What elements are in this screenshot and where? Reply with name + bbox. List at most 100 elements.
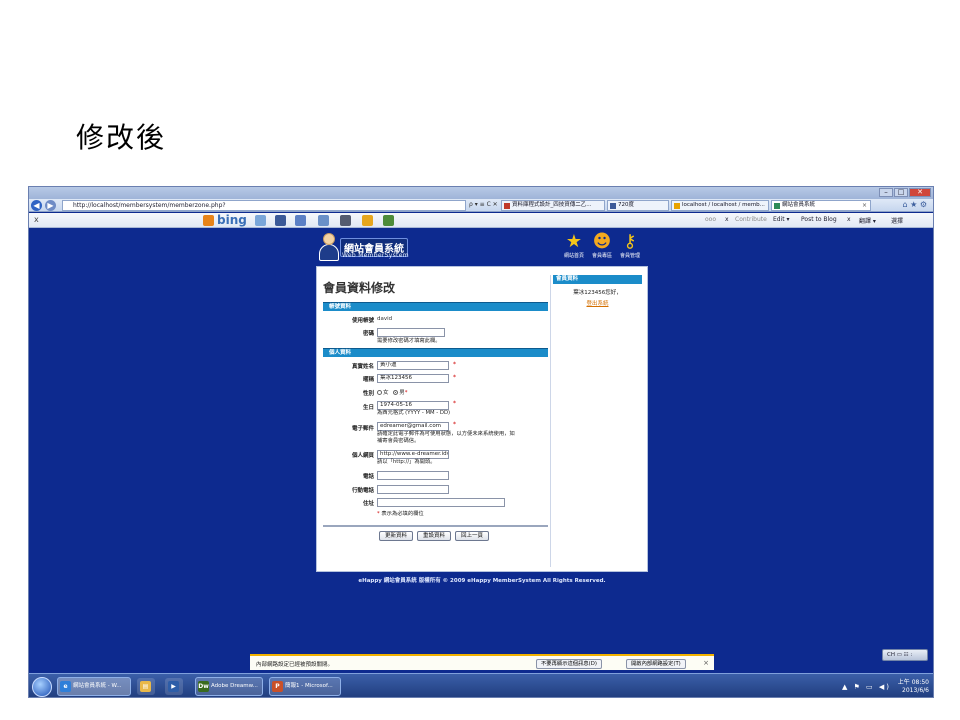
tab-label: 資料庫程式設計_四技資傳二乙... — [512, 202, 592, 208]
clock[interactable]: 上午 08:50 2013/6/6 — [898, 679, 929, 695]
required-mark: * — [453, 421, 456, 428]
section-personal: 個人資料 — [323, 348, 548, 357]
taskbar-item-label: Adobe Dreamw... — [211, 683, 258, 689]
homepage-input[interactable]: http://www.e-dreamer.idv — [377, 450, 449, 459]
maximize-button[interactable]: □ — [894, 188, 908, 197]
section-account: 帳號資料 — [323, 302, 548, 311]
edit-button[interactable]: Edit ▾ — [773, 216, 790, 223]
ie-icon: e — [60, 681, 71, 692]
address-tools[interactable]: ρ ▾ ≡ C ✕ — [469, 201, 498, 208]
realname-input[interactable]: 黃小迪 — [377, 361, 449, 370]
nav-home[interactable]: ★ 網站首頁 — [560, 231, 588, 264]
password-input[interactable] — [377, 328, 445, 337]
tab-active[interactable]: 網站會員系統 × — [771, 200, 871, 211]
back-button[interactable]: 回上一頁 — [455, 531, 489, 541]
contribute-button[interactable]: Contribute — [735, 216, 767, 223]
close-window-button[interactable]: ✕ — [909, 188, 931, 197]
toolbar: x bing ooo x Contribute Edit ▾ Post to B… — [29, 213, 933, 228]
select-button[interactable]: 選擇 — [891, 216, 903, 225]
url-input[interactable]: http://localhost/membersystem/memberzone… — [62, 200, 466, 211]
start-button-icon[interactable] — [32, 677, 52, 697]
password-label: 密碼 — [362, 331, 374, 337]
taskbar-item-powerpoint[interactable]: P 簡報1 - Microsof... — [269, 677, 341, 696]
cloud-icon[interactable] — [255, 215, 266, 226]
nav-member-admin-label: 會員管理 — [619, 253, 640, 259]
mobile-input[interactable] — [377, 485, 449, 494]
notification-close-icon[interactable]: × — [703, 659, 709, 667]
tray-icons[interactable]: ▲ ⚑ ▭ ◀) — [842, 683, 891, 691]
thumb-up-icon[interactable] — [295, 215, 306, 226]
back-arrow-icon[interactable]: ◀ — [31, 200, 42, 211]
gender-male-radio[interactable] — [393, 390, 399, 395]
address-label: 住址 — [362, 501, 374, 507]
enable-intranet-button[interactable]: 開啟內部網路設定(T) — [626, 659, 686, 669]
contribute-close-icon[interactable]: x — [725, 216, 729, 223]
tab-label: 720度 — [618, 202, 634, 208]
nav-member-zone[interactable]: ☻ 會員專區 — [588, 231, 616, 264]
glasses-icon[interactable] — [340, 215, 351, 226]
sidebar-heading: 會員資料 — [553, 275, 642, 284]
email-hint-line1: 請確定此電子郵件為可使用狀態，以方便未來系統使用，如 — [377, 431, 515, 437]
forward-arrow-icon[interactable]: ▶ — [45, 200, 56, 211]
window-title-bar: – □ ✕ — [29, 187, 933, 199]
tab-close-icon[interactable]: × — [862, 201, 867, 210]
tab-favicon-icon — [774, 203, 780, 209]
form-title: 會員資料修改 — [323, 281, 396, 295]
nickname-input[interactable]: 葉冰123456 — [377, 374, 449, 383]
email-input[interactable]: edreamer@gmail.com — [377, 422, 449, 431]
notification-text: 內部網路設定已經被預設關閉。 — [256, 662, 334, 668]
toolbar-close-icon[interactable]: x — [847, 216, 851, 223]
facebook-icon[interactable] — [275, 215, 286, 226]
phone-input[interactable] — [377, 471, 449, 480]
required-mark: * — [453, 361, 456, 368]
address-input[interactable] — [377, 498, 505, 507]
tab-label: 網站會員系統 — [782, 202, 816, 208]
taskbar: e 網站會員系統 - W... ▤ ▶ Dw Adobe Dreamw... P… — [29, 673, 933, 697]
gender-female-radio[interactable] — [377, 390, 382, 395]
window-controls: – □ ✕ — [879, 188, 931, 197]
taskbar-item-label: 簡報1 - Microsof... — [285, 683, 333, 689]
taskbar-item-browser[interactable]: e 網站會員系統 - W... — [57, 677, 131, 696]
language-bar[interactable]: CH ▭ ☷ : — [882, 649, 928, 661]
nickname-label: 暱稱 — [362, 377, 374, 383]
browser-screenshot: – □ ✕ ◀ ▶ http://localhost/membersystem/… — [28, 186, 934, 698]
powerpoint-icon: P — [272, 681, 283, 692]
gear-group-icon[interactable] — [383, 215, 394, 226]
site-footer: eHappy 網站會員系統 版權所有 © 2009 eHappy MemberS… — [358, 578, 606, 584]
tab-2[interactable]: 720度 — [607, 200, 669, 211]
minimize-button[interactable]: – — [879, 188, 893, 197]
site-logo-subtitle: Web MemberSystem — [342, 252, 409, 259]
nav-member-admin[interactable]: ⚷ 會員管理 — [616, 231, 644, 264]
home-star-gear-icons[interactable]: ⌂ ★ ⚙ — [902, 200, 927, 209]
nav-member-zone-label: 會員專區 — [591, 253, 612, 259]
dismiss-notification-button[interactable]: 不要再顯示這個訊息(D) — [536, 659, 602, 669]
required-note: * 表示為必填的欄位 — [377, 511, 424, 517]
update-button[interactable]: 更新資料 — [379, 531, 413, 541]
post-to-blog-button[interactable]: Post to Blog — [801, 216, 837, 223]
tab-favicon-icon — [674, 203, 680, 209]
taskbar-item-explorer[interactable]: ▤ — [137, 678, 155, 695]
key-icon: ⚷ — [623, 231, 637, 252]
taskbar-item-dreamweaver[interactable]: Dw Adobe Dreamw... — [195, 677, 263, 696]
sparkle-icon[interactable] — [362, 215, 373, 226]
password-hint: 需要修改密碼才填寫此欄。 — [377, 338, 441, 344]
bing-logo[interactable]: bing — [217, 213, 247, 227]
tab-3[interactable]: localhost / localhost / memb... — [671, 200, 769, 211]
close-toolbar-icon[interactable]: x — [34, 215, 39, 224]
nav-home-label: 網站首頁 — [563, 253, 584, 259]
logout-link[interactable]: 登出系統 — [553, 299, 642, 307]
chat-icon[interactable] — [318, 215, 329, 226]
tab-label: localhost / localhost / memb... — [682, 202, 765, 208]
birthday-input[interactable]: 1974-05-16 — [377, 401, 449, 410]
slide-title: 修改後 — [76, 121, 167, 154]
notification-bar: 內部網路設定已經被預設關閉。 不要再顯示這個訊息(D) 開啟內部網路設定(T) … — [250, 654, 714, 670]
tab-1[interactable]: 資料庫程式設計_四技資傳二乙... — [501, 200, 605, 211]
greeting-text: 葉冰123456您好， — [573, 290, 622, 296]
birthday-label: 生日 — [362, 405, 374, 411]
taskbar-item-media[interactable]: ▶ — [165, 678, 183, 695]
translate-button[interactable]: 翻譯 ▾ — [859, 216, 876, 225]
clock-date: 2013/6/6 — [902, 687, 929, 694]
homepage-hint: 請以「http://」為開頭。 — [377, 459, 436, 465]
tab-favicon-icon — [504, 203, 510, 209]
reset-button[interactable]: 重設資料 — [417, 531, 451, 541]
